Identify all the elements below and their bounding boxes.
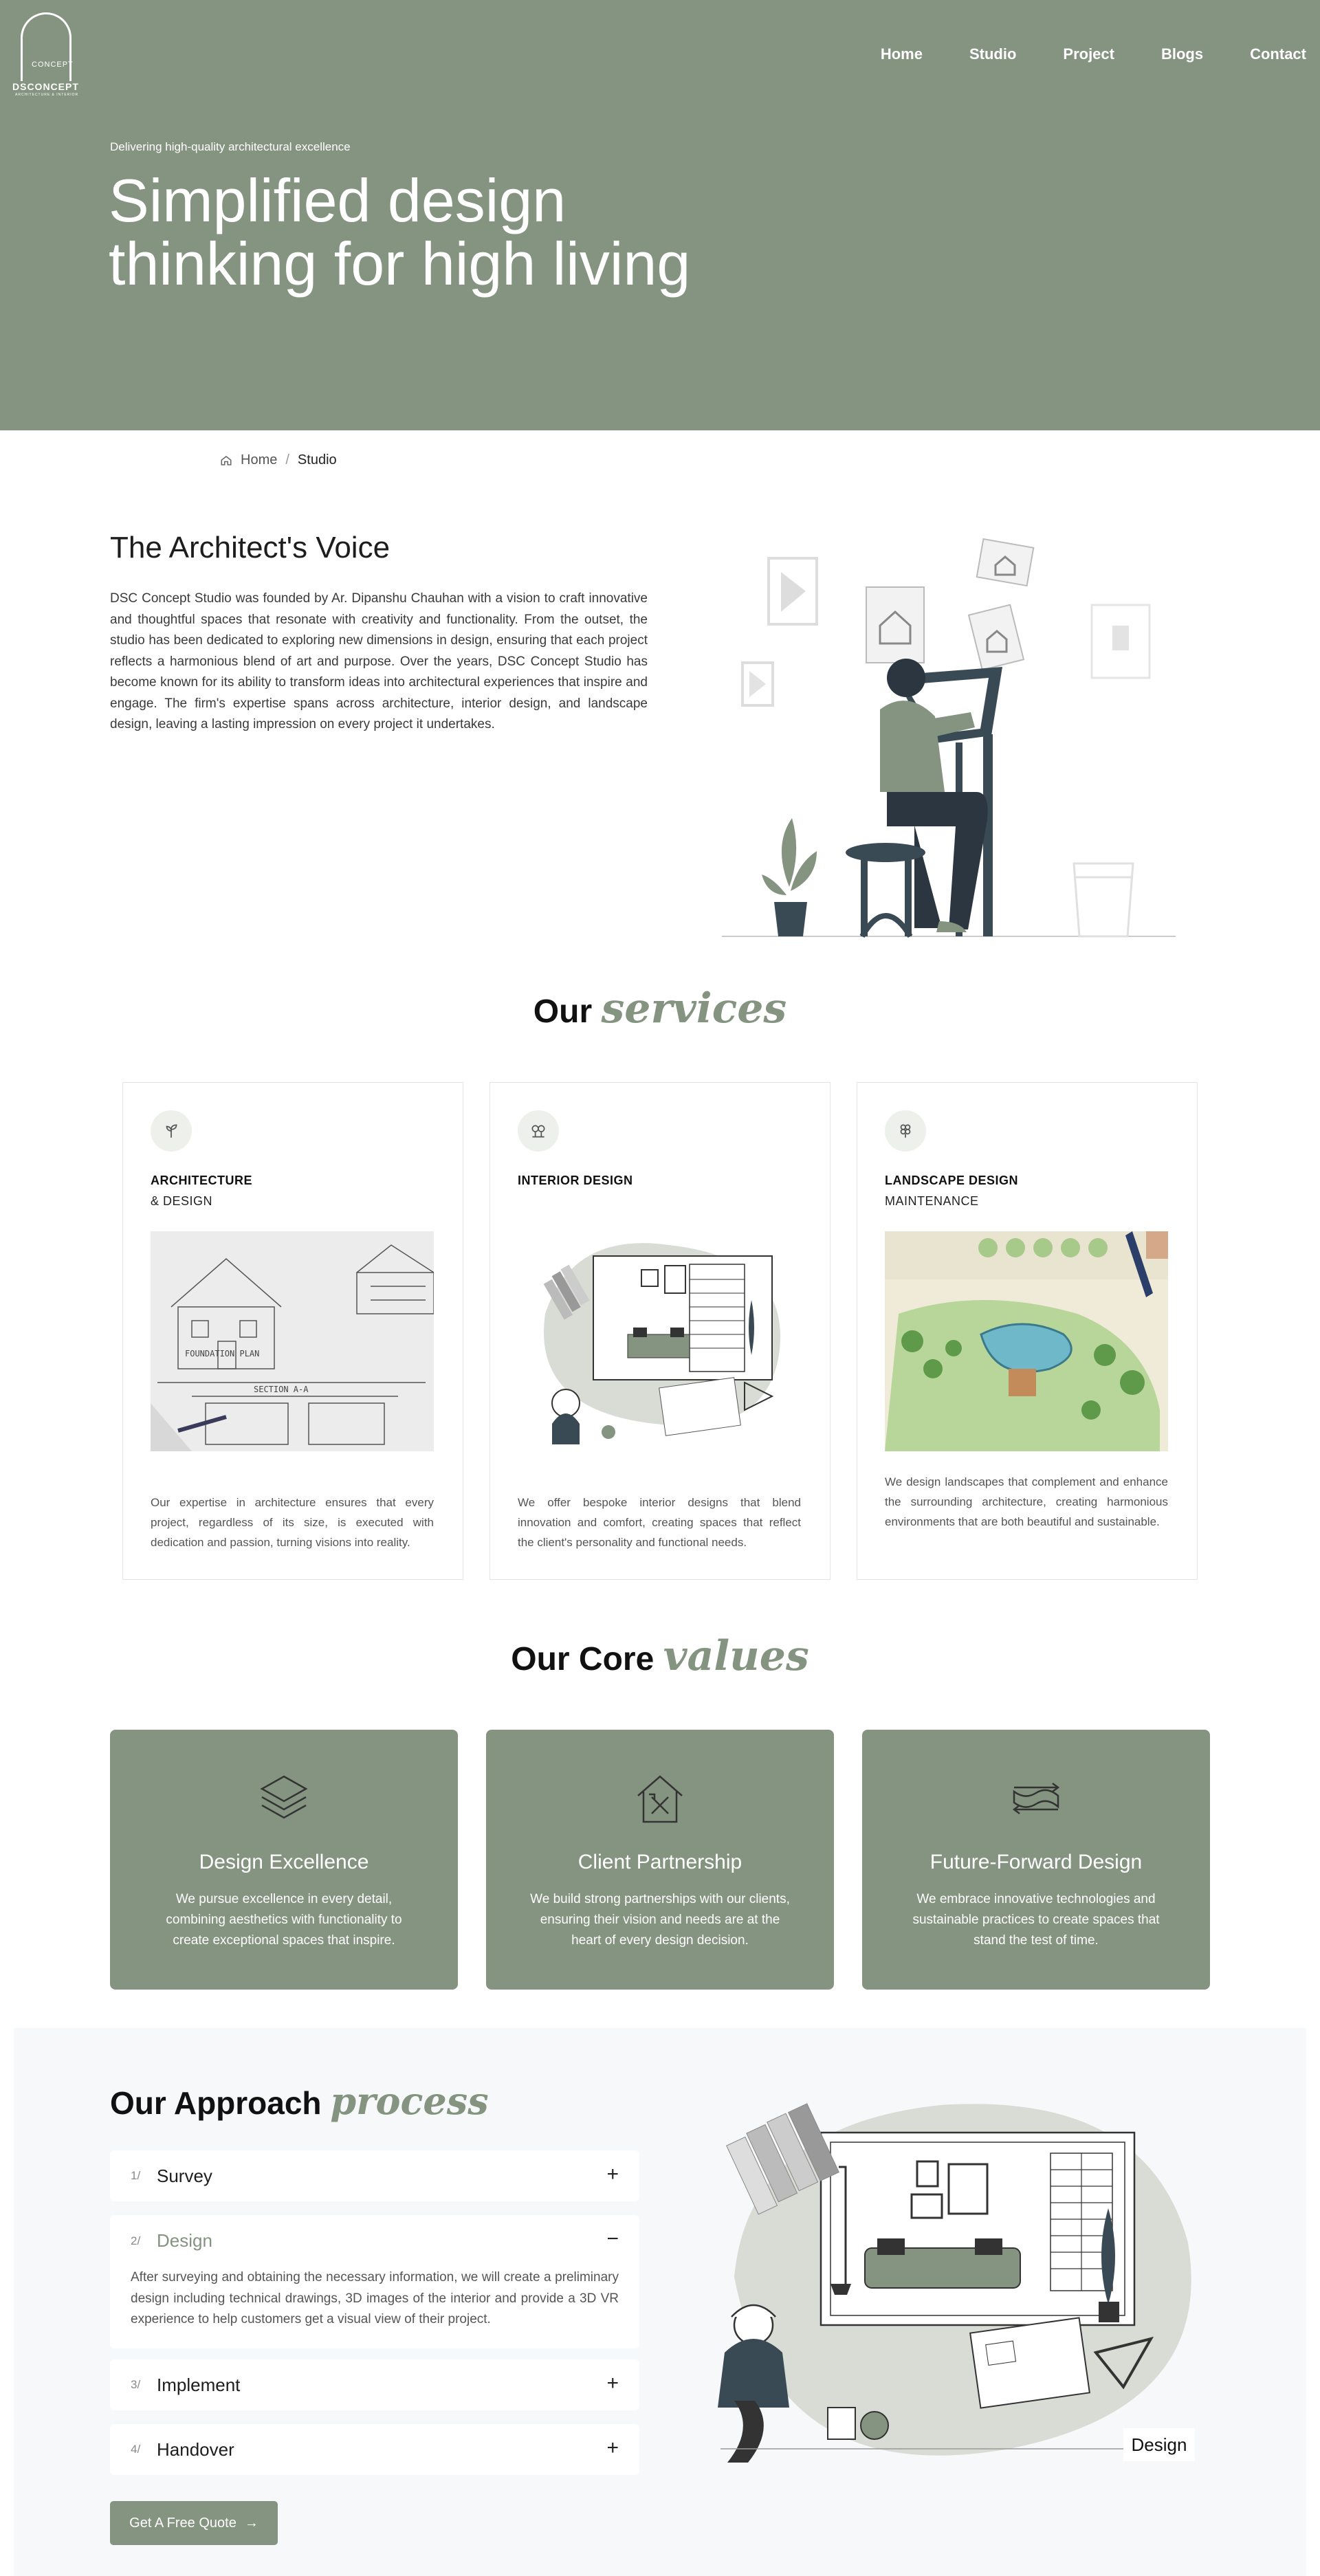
accordion-number: 4/ <box>131 2443 141 2456</box>
logo-concept-word: CONCEPT <box>32 60 74 69</box>
trees-icon <box>531 1125 545 1138</box>
approach-illustration <box>718 2103 1191 2463</box>
about-title: The Architect's Voice <box>110 531 390 564</box>
page: CONCEPT DSCONCEPT ARCHITECTURE & INTERIO… <box>0 0 1320 2576</box>
layers-icon <box>260 1775 308 1819</box>
nav-home[interactable]: Home <box>881 45 923 63</box>
values-title-accent: values <box>663 1632 809 1680</box>
nav-contact[interactable]: Contact <box>1250 45 1306 63</box>
value-title: Client Partnership <box>578 1851 742 1873</box>
accordion-item-survey[interactable]: 1/ Survey + <box>110 2150 639 2201</box>
illustration-label: Design <box>1123 2428 1195 2461</box>
architect-illustration <box>722 538 1176 938</box>
values-title-plain: Our Core <box>511 1641 654 1677</box>
services-title-plain: Our <box>533 993 593 1030</box>
services-title: Our services <box>0 984 1320 1033</box>
accordion-number: 3/ <box>131 2378 141 2391</box>
service-badge <box>885 1110 926 1152</box>
value-description: We build strong partnerships with our cl… <box>530 1892 790 1948</box>
sprout-icon <box>166 1124 177 1138</box>
landscape-plan-image <box>885 1231 1168 1451</box>
approach-title-accent: process <box>330 2079 489 2123</box>
service-badge <box>518 1110 559 1152</box>
value-title: Future-Forward Design <box>930 1851 1143 1873</box>
breadcrumb-separator: / <box>285 452 289 467</box>
accordion-label: Survey <box>157 2166 212 2186</box>
service-title: INTERIOR DESIGN <box>518 1174 633 1187</box>
nav-blogs[interactable]: Blogs <box>1161 45 1203 63</box>
plus-icon[interactable]: + <box>606 2438 619 2458</box>
accordion-label: Implement <box>157 2375 241 2395</box>
value-description: We pursue excellence in every detail, co… <box>166 1892 402 1948</box>
hero-kicker: Delivering high-quality architectural ex… <box>110 140 351 153</box>
approach-title: Our Approach process <box>110 2079 489 2123</box>
accordion-label: Design <box>157 2230 212 2251</box>
accordion-body: After surveying and obtaining the necess… <box>131 2270 619 2326</box>
value-title: Design Excellence <box>199 1851 369 1873</box>
about-text: DSC Concept Studio was founded by Ar. Di… <box>110 591 648 731</box>
plus-icon[interactable]: + <box>606 2164 619 2185</box>
service-description: We design landscapes that complement and… <box>885 1475 1168 1528</box>
hero-title-line2: thinking for high living <box>109 230 691 298</box>
service-badge <box>151 1110 192 1152</box>
svg-text:FOUNDATION PLAN: FOUNDATION PLAN <box>185 1349 259 1358</box>
logo[interactable]: CONCEPT DSCONCEPT ARCHITECTURE & INTERIO… <box>12 12 81 97</box>
service-card-interior[interactable]: INTERIOR DESIGN We offer bespoke interio… <box>490 1082 830 1580</box>
logo-arch <box>21 12 72 81</box>
value-card-future-forward: Future-Forward Design We embrace innovat… <box>862 1730 1210 1990</box>
main-nav: Home Studio Project Blogs Contact <box>881 45 1306 63</box>
service-subtitle: MAINTENANCE <box>885 1194 979 1208</box>
service-card-architecture[interactable]: ARCHITECTURE & DESIGN SECTION A-A FOUNDA… <box>122 1082 463 1580</box>
service-card-landscape[interactable]: LANDSCAPE DESIGN MAINTENANCE We design l… <box>857 1082 1198 1580</box>
service-subtitle: & DESIGN <box>151 1194 213 1208</box>
logo-name: DSCONCEPT <box>12 81 79 92</box>
accordion-number: 2/ <box>131 2234 141 2247</box>
minus-icon[interactable]: − <box>606 2229 619 2249</box>
arrow-right-icon: → <box>244 2515 258 2531</box>
nav-studio[interactable]: Studio <box>969 45 1016 63</box>
breadcrumb-home[interactable]: Home <box>241 452 277 468</box>
nav-project[interactable]: Project <box>1063 45 1114 63</box>
leaf-grid-icon <box>900 1124 911 1138</box>
interior-illustration <box>543 1243 780 1444</box>
svg-text:SECTION A-A: SECTION A-A <box>254 1385 309 1394</box>
service-description: We offer bespoke interior designs that b… <box>518 1496 801 1549</box>
accordion-item-implement[interactable]: 3/ Implement + <box>110 2359 639 2410</box>
accordion-label: Handover <box>157 2439 234 2460</box>
map-arrows-icon <box>1012 1783 1060 1814</box>
breadcrumb-current: Studio <box>297 452 337 467</box>
free-quote-label: Get A Free Quote <box>129 2515 236 2531</box>
hero-title: Simplified design thinking for high livi… <box>109 169 796 296</box>
accordion-item-design[interactable]: 2/ Design − After surveying and obtainin… <box>110 2215 639 2348</box>
free-quote-button[interactable]: Get A Free Quote → <box>110 2501 278 2545</box>
service-description: Our expertise in architecture ensures th… <box>151 1496 434 1549</box>
hero: CONCEPT DSCONCEPT ARCHITECTURE & INTERIO… <box>0 0 1320 430</box>
house-tools-icon <box>637 1775 683 1823</box>
value-card-client-partnership: Client Partnership We build strong partn… <box>486 1730 834 1990</box>
accordion-item-handover[interactable]: 4/ Handover + <box>110 2424 639 2475</box>
accordion-number: 1/ <box>131 2169 141 2182</box>
value-card-design-excellence: Design Excellence We pursue excellence i… <box>110 1730 458 1990</box>
service-title: LANDSCAPE DESIGN <box>885 1174 1019 1187</box>
approach-title-plain: Our Approach <box>110 2085 322 2121</box>
logo-tagline: ARCHITECTURE & INTERIOR <box>15 93 79 97</box>
value-description: We embrace innovative technologies and s… <box>912 1892 1160 1948</box>
values-title: Our Core values <box>0 1632 1320 1680</box>
breadcrumb: Home / Studio <box>220 452 337 468</box>
plus-icon[interactable]: + <box>606 2373 619 2394</box>
blueprint-image: SECTION A-A FOUNDATION PLAN <box>151 1231 434 1451</box>
service-title: ARCHITECTURE <box>151 1174 252 1187</box>
services-title-accent: services <box>601 984 787 1033</box>
home-icon <box>221 455 232 465</box>
hero-title-line1: Simplified design <box>109 166 566 234</box>
